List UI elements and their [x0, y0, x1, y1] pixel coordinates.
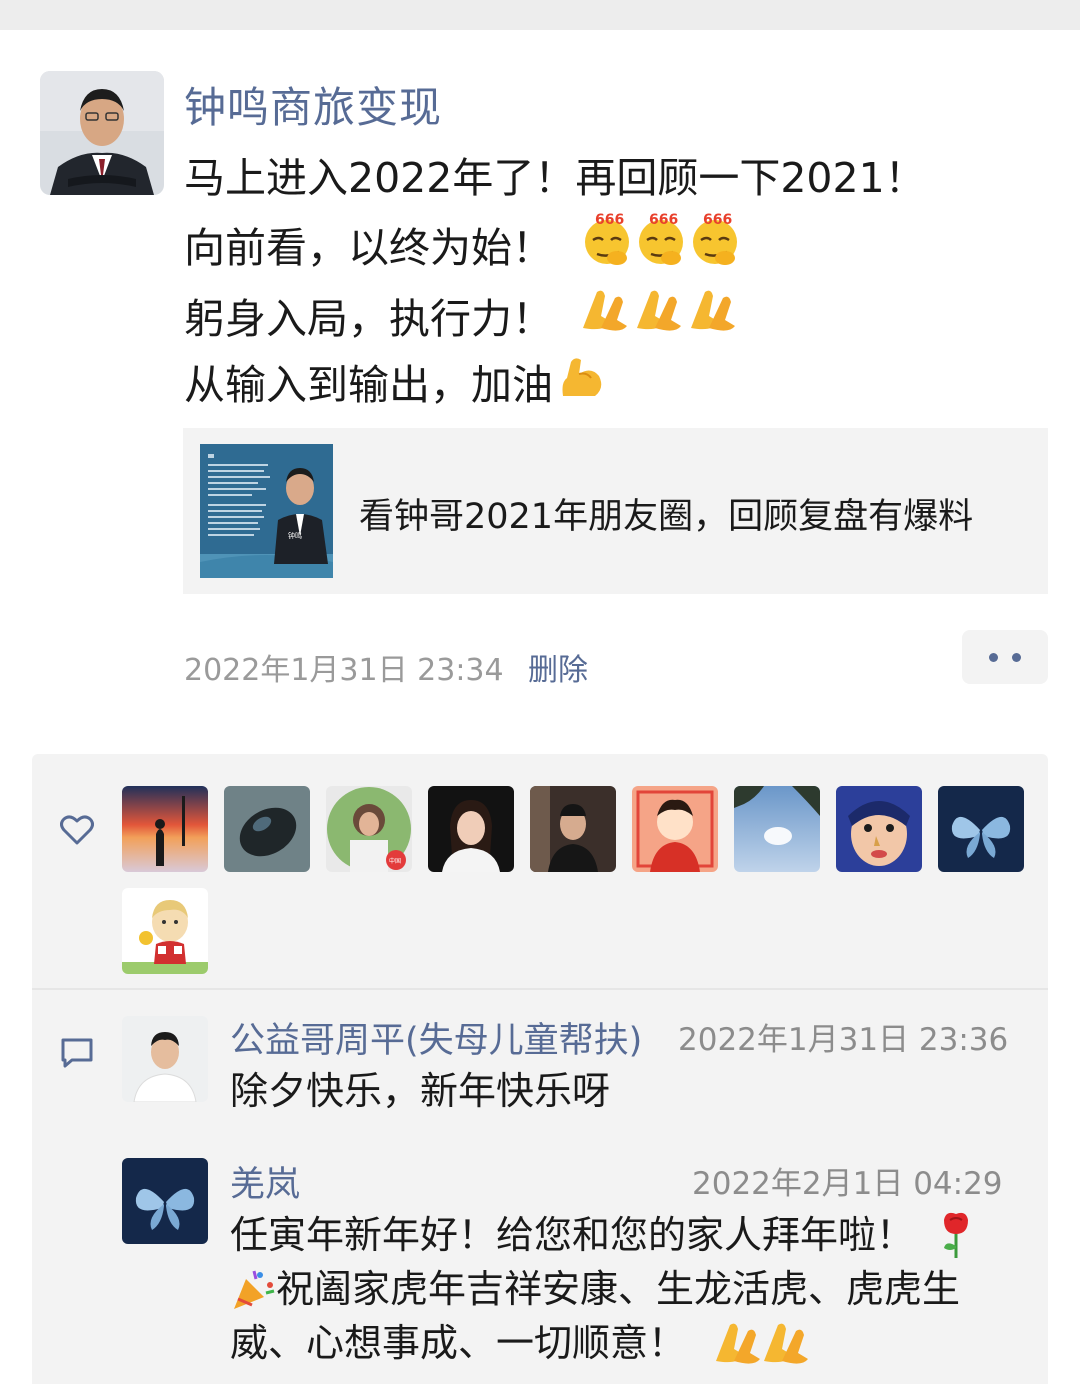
like-avatar[interactable] — [224, 786, 310, 872]
post-line-text: 从输入到输出，加油 — [184, 361, 553, 409]
commenter-avatar[interactable] — [122, 1158, 208, 1244]
link-title: 看钟哥2021年朋友圈，回顾复盘有爆料 — [359, 497, 974, 537]
post-timestamp: 2022年1月31日 23:34 — [184, 653, 504, 688]
comment-time: 2022年1月31日 23:36 — [678, 1022, 1009, 1058]
link-card[interactable]: 钟鸣 看钟哥2021年朋友圈，回顾复盘有爆料 — [183, 428, 1048, 594]
post-line-text: 向前看，以终为始！ — [184, 224, 553, 272]
pray-hands-icon — [716, 1323, 809, 1364]
badge-text: 中国 — [389, 857, 401, 865]
likes-panel: 中国 — [32, 754, 1048, 988]
more-options-button[interactable] — [962, 630, 1048, 684]
author-avatar[interactable] — [40, 71, 164, 195]
like-avatar[interactable] — [836, 786, 922, 872]
rose-icon — [944, 1212, 969, 1258]
comment-icon — [61, 1038, 93, 1068]
commenter-avatar[interactable] — [122, 1016, 208, 1102]
post-text: 马上进入2022年了！再回顾一下2021！ 向前看，以终为始！ 666 666 … — [184, 146, 1044, 418]
party-popper-icon — [234, 1270, 275, 1309]
comment-text: 除夕快乐，新年快乐呀 — [230, 1069, 611, 1113]
like-avatar[interactable] — [122, 786, 208, 872]
like-avatar[interactable] — [632, 786, 718, 872]
emoji-666-label: 666 — [649, 212, 678, 228]
like-avatar[interactable] — [530, 786, 616, 872]
comment-line: 任寅年新年好！给您和您的家人拜年啦！ — [230, 1213, 915, 1257]
like-avatar[interactable] — [428, 786, 514, 872]
post-line: 马上进入2022年了！再回顾一下2021！ — [184, 146, 1044, 210]
comment-line: 祝阖家虎年吉祥安康、生龙活虎、虎虎生 — [276, 1267, 961, 1311]
post-line: 从输入到输出，加油 — [184, 352, 1044, 418]
author-name[interactable]: 钟鸣商旅变现 — [184, 74, 442, 135]
emoji-666-label: 666 — [595, 212, 624, 228]
emoji-666-icon: 666 666 666 — [581, 210, 741, 286]
post-line: 向前看，以终为始！ 666 666 666 — [184, 210, 1044, 286]
flexed-biceps-icon — [557, 352, 607, 418]
comment-text: 任寅年新年好！给您和您的家人拜年啦！ 祝阖家虎年吉祥安康、生龙活虎、虎虎生 威、… — [230, 1208, 1030, 1370]
post-line-text: 马上进入2022年了！再回顾一下2021！ — [184, 154, 926, 202]
post-line-text: 躬身入局，执行力！ — [184, 295, 553, 343]
top-bar — [0, 0, 1080, 30]
delete-button[interactable]: 删除 — [528, 645, 588, 689]
emoji-666-label: 666 — [703, 212, 732, 228]
comments-panel: 公益哥周平(失母儿童帮扶) 2022年1月31日 23:36 除夕快乐，新年快乐… — [32, 990, 1048, 1384]
like-avatar[interactable]: 中国 — [326, 786, 412, 872]
like-avatar[interactable] — [122, 888, 208, 974]
link-thumbnail: 钟鸣 — [200, 444, 333, 578]
like-avatar[interactable] — [938, 786, 1024, 872]
thumb-caption: 钟鸣 — [288, 531, 302, 540]
comment-time: 2022年2月1日 04:29 — [692, 1166, 1003, 1202]
commenter-name[interactable]: 羌岚 — [230, 1156, 300, 1207]
dot-icon — [989, 653, 998, 662]
like-avatar[interactable] — [734, 786, 820, 872]
heart-icon — [60, 815, 94, 845]
commenter-name[interactable]: 公益哥周平(失母儿童帮扶) — [230, 1012, 642, 1063]
pray-hands-icon — [577, 286, 737, 352]
post-line: 躬身入局，执行力！ — [184, 286, 1044, 352]
dot-icon — [1012, 653, 1021, 662]
comment-line: 威、心想事成、一切顺意！ — [230, 1321, 687, 1365]
